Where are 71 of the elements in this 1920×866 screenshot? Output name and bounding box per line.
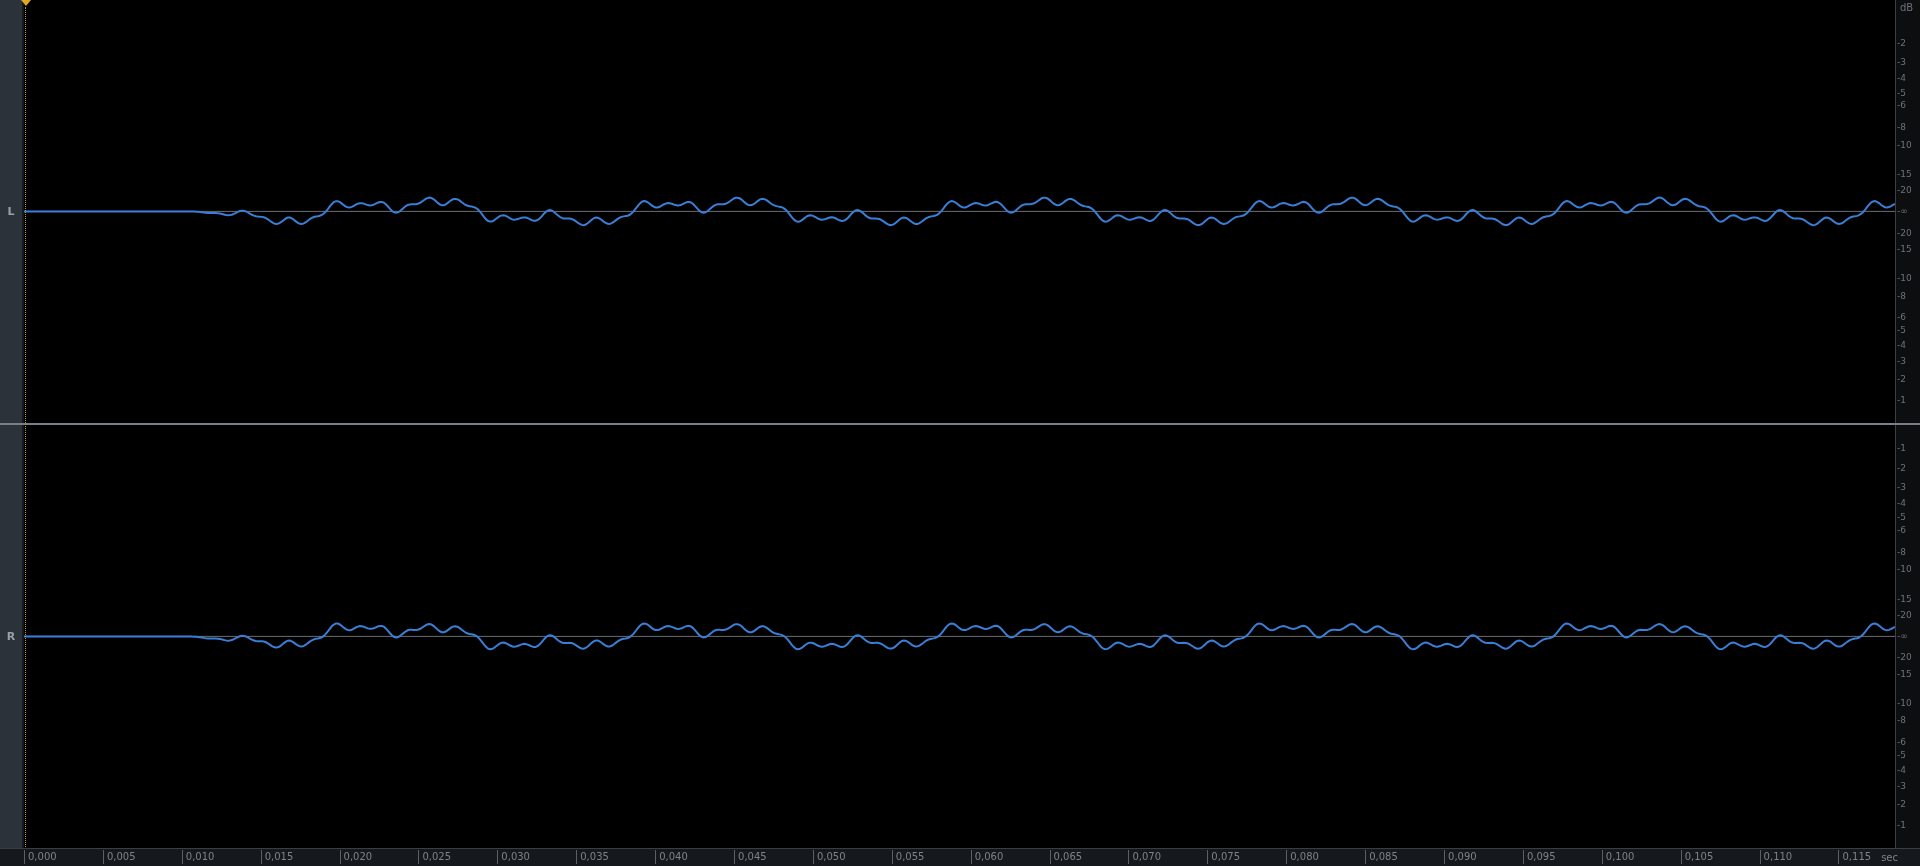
db-unit-label: dB xyxy=(1900,2,1914,13)
db-tick-label: -8 xyxy=(1897,547,1906,557)
time-tick-label: 0,020 xyxy=(339,850,419,865)
db-tick-label: -1 xyxy=(1897,820,1906,830)
time-tick-label: 0,090 xyxy=(1444,850,1523,865)
db-tick-label: -3 xyxy=(1897,482,1906,491)
time-tick-label: 0,105 xyxy=(1680,850,1760,865)
channel-label: R xyxy=(6,629,16,643)
db-tick-label: -8 xyxy=(1897,715,1906,725)
db-tick-label: -2 xyxy=(1897,463,1906,473)
db-tick-label: -4 xyxy=(1897,73,1906,83)
db-tick-label: -15 xyxy=(1897,669,1912,679)
time-tick-label: 0,080 xyxy=(1286,850,1366,865)
time-tick-label: 0,045 xyxy=(734,850,813,865)
db-tick-label: -6 xyxy=(1897,525,1906,535)
db-tick-label: -2 xyxy=(1897,374,1906,384)
db-tick-label: -4 xyxy=(1897,498,1906,508)
time-tick-label: 0,005 xyxy=(102,850,182,865)
time-tick-label: 0,055 xyxy=(891,850,971,865)
playhead-marker[interactable] xyxy=(21,0,31,6)
db-tick-label: -∞ xyxy=(1897,206,1908,216)
db-tick-label: -4 xyxy=(1897,340,1906,350)
db-tick-label: -5 xyxy=(1897,512,1906,522)
db-tick-label: -2 xyxy=(1897,799,1906,809)
time-tick-label: 0,030 xyxy=(497,850,577,865)
db-tick-label: -1 xyxy=(1897,443,1906,453)
time-tick-label: 0,000 xyxy=(24,850,103,865)
time-tick-label: 0,035 xyxy=(576,850,656,865)
db-tick-label: -2 xyxy=(1897,38,1906,48)
db-tick-label: -6 xyxy=(1897,737,1906,747)
db-tick-label: -1 xyxy=(1897,395,1906,405)
time-tick-label: 0,115 xyxy=(1838,850,1872,865)
time-tick-label: 0,070 xyxy=(1128,850,1208,865)
time-unit-label: sec xyxy=(1881,851,1898,863)
db-tick-label: -10 xyxy=(1897,698,1912,708)
db-tick-label: -8 xyxy=(1897,122,1906,132)
time-tick-label: 0,110 xyxy=(1759,850,1839,865)
time-tick-label: 0,010 xyxy=(181,850,261,865)
db-tick-label: -5 xyxy=(1897,750,1906,760)
time-tick-label: 0,100 xyxy=(1601,850,1681,865)
db-tick-label: -10 xyxy=(1897,564,1912,574)
db-tick-label: -3 xyxy=(1897,781,1906,791)
db-tick-label: -8 xyxy=(1897,291,1906,301)
time-tick-label: 0,075 xyxy=(1207,850,1287,865)
db-tick-label: -6 xyxy=(1897,100,1906,110)
db-tick-label: -6 xyxy=(1897,312,1906,322)
db-tick-label: -5 xyxy=(1897,325,1906,335)
db-tick-label: -10 xyxy=(1897,140,1912,150)
time-tick-label: 0,060 xyxy=(970,850,1050,865)
db-tick-label: -20 xyxy=(1897,610,1912,620)
playhead-line[interactable] xyxy=(25,7,26,847)
db-tick-label: -20 xyxy=(1897,228,1912,237)
db-tick-label: -15 xyxy=(1897,594,1912,604)
db-tick-label: -∞ xyxy=(1897,631,1908,641)
db-tick-label: -3 xyxy=(1897,356,1906,366)
time-tick-label: 0,025 xyxy=(418,850,498,865)
db-tick-label: -15 xyxy=(1897,244,1912,254)
db-tick-label: -20 xyxy=(1897,185,1912,195)
time-tick-label: 0,085 xyxy=(1365,850,1445,865)
time-tick-label: 0,065 xyxy=(1049,850,1129,865)
channel-label: L xyxy=(7,204,15,218)
db-tick-label: -5 xyxy=(1897,88,1906,97)
db-tick-label: -15 xyxy=(1897,169,1912,179)
time-tick-label: 0,050 xyxy=(812,850,892,865)
time-tick-label: 0,095 xyxy=(1522,850,1602,865)
db-tick-label: -10 xyxy=(1897,273,1912,283)
db-tick-label: -3 xyxy=(1897,57,1906,67)
time-tick-label: 0,040 xyxy=(655,850,734,865)
time-tick-label: 0,015 xyxy=(260,850,340,865)
db-tick-label: -4 xyxy=(1897,765,1906,774)
db-tick-label: -20 xyxy=(1897,652,1912,662)
